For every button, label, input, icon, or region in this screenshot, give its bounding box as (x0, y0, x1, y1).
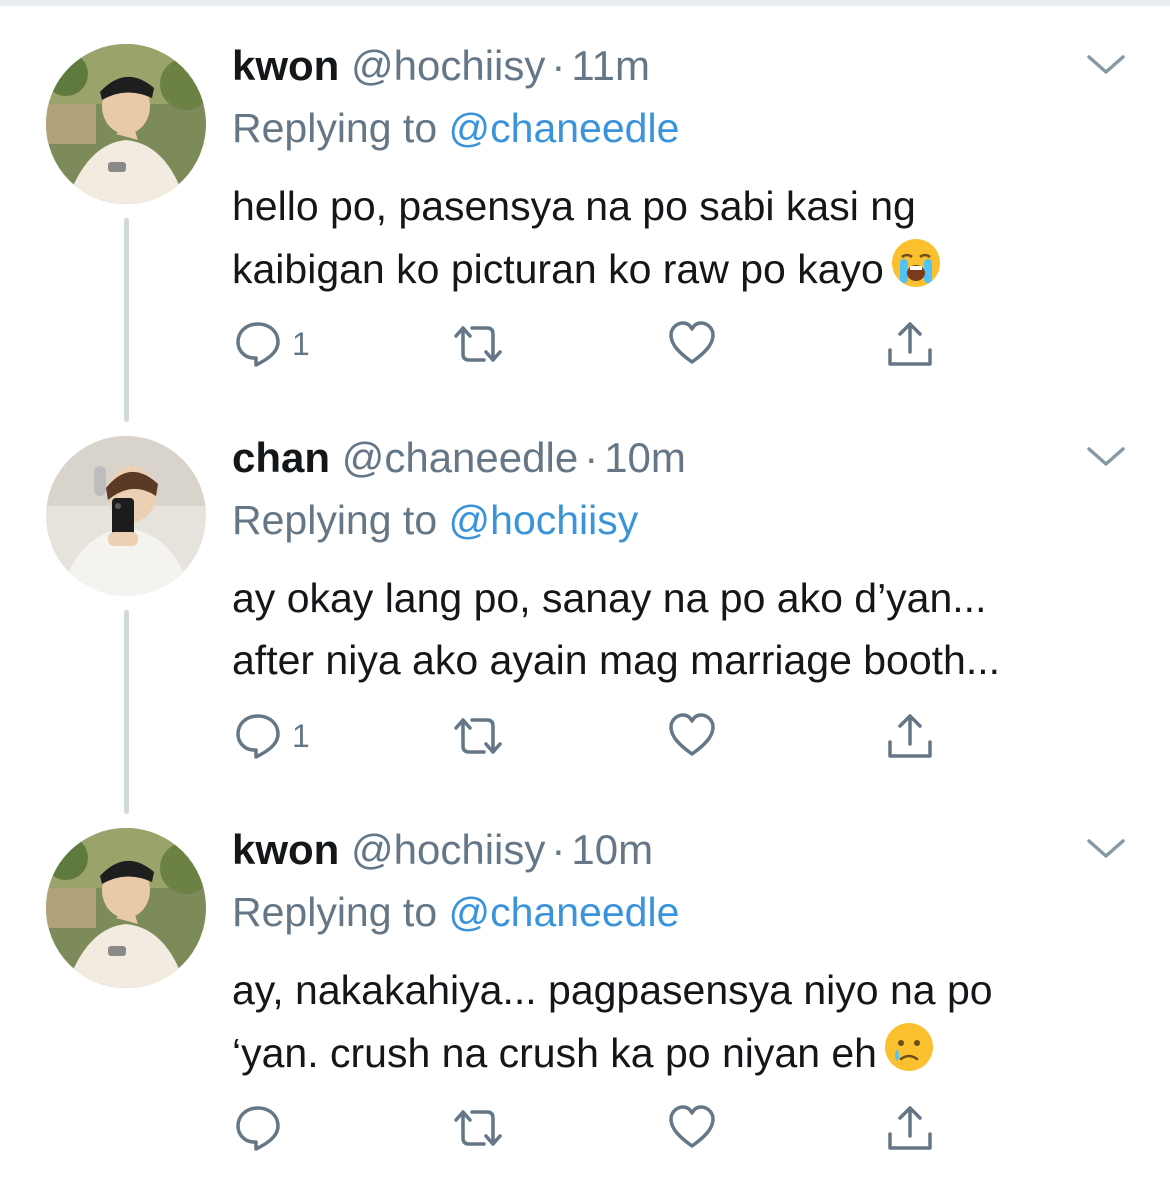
user-handle[interactable]: @hochiisy (351, 826, 545, 873)
tweet-actions (232, 1102, 952, 1154)
replying-to-label: Replying to (232, 497, 438, 543)
replying-to-label: Replying to (232, 889, 438, 935)
display-name[interactable]: kwon (232, 826, 339, 873)
replying-to-handle[interactable]: @chaneedle (449, 105, 680, 151)
separator-dot: · (551, 826, 566, 873)
tweet-text: hello po, pasensya na po sabi kasi ng ka… (232, 175, 1132, 306)
tweet[interactable]: kwon @hochiisy · 10m Replying to @chaneedl… (0, 784, 1170, 1176)
replying-to: Replying to @chaneedle (232, 100, 679, 156)
user-handle[interactable]: @hochiisy (351, 42, 545, 89)
tweet-text-line: hello po, pasensya na po sabi kasi ng (232, 183, 916, 229)
tweet-menu-button[interactable] (1086, 836, 1126, 862)
tweet-menu-button[interactable] (1086, 52, 1126, 78)
timestamp[interactable]: 10m (604, 434, 686, 481)
chevron-down-icon (1087, 55, 1125, 74)
retweet-icon (454, 326, 502, 362)
loudly-crying-face-icon (890, 237, 942, 306)
tweet[interactable]: kwon @hochiisy · 11m Replying to @chaneedl… (0, 0, 1170, 392)
share-button[interactable] (884, 1102, 936, 1154)
replying-to-handle[interactable]: @chaneedle (449, 889, 680, 935)
display-name[interactable]: kwon (232, 42, 339, 89)
tweet[interactable]: chan @chaneedle · 10m Replying to @hochiis… (0, 392, 1170, 784)
avatar[interactable] (46, 436, 206, 596)
crying-face-icon (883, 1021, 935, 1090)
replying-to-label: Replying to (232, 105, 438, 151)
share-button[interactable] (884, 710, 936, 762)
speech-bubble-icon (236, 322, 280, 367)
heart-icon (669, 1105, 715, 1148)
tweet-menu-button[interactable] (1086, 444, 1126, 470)
tweet-text-line: ay okay lang po, sanay na po ako d’yan..… (232, 575, 987, 621)
heart-icon (669, 321, 715, 364)
tweet-header: kwon @hochiisy · 10m (232, 822, 653, 878)
reply-button[interactable] (232, 1102, 292, 1154)
separator-dot: · (584, 434, 599, 481)
tweet-text: ay, nakakahiya... pagpasensya niyo na po… (232, 959, 1132, 1090)
tweet-text-line: ‘yan. crush na crush ka po niyan eh (232, 1030, 877, 1076)
reply-count: 1 (292, 325, 310, 362)
tweet-text-line: ay, nakakahiya... pagpasensya niyo na po (232, 967, 993, 1013)
user-handle[interactable]: @chaneedle (342, 434, 578, 481)
chevron-down-icon (1087, 839, 1125, 858)
display-name[interactable]: chan (232, 434, 330, 481)
retweet-icon (454, 718, 502, 754)
retweet-button[interactable] (450, 710, 506, 762)
retweet-icon (454, 1110, 502, 1146)
speech-bubble-icon (236, 714, 280, 759)
separator-dot: · (551, 42, 566, 89)
heart-icon (669, 713, 715, 756)
tweet-text-line: after niya ako ayain mag marriage booth.… (232, 637, 1001, 683)
timestamp[interactable]: 11m (571, 42, 650, 89)
like-button[interactable] (666, 318, 718, 370)
speech-bubble-icon (236, 1106, 280, 1151)
like-button[interactable] (666, 710, 718, 762)
reply-count: 1 (292, 717, 310, 754)
share-icon (888, 1106, 932, 1150)
retweet-button[interactable] (450, 1102, 506, 1154)
share-icon (888, 714, 932, 758)
tweet-actions: 1 (232, 710, 952, 762)
chevron-down-icon (1087, 447, 1125, 466)
like-button[interactable] (666, 1102, 718, 1154)
tweet-header: chan @chaneedle · 10m (232, 430, 686, 486)
avatar[interactable] (46, 44, 206, 204)
replying-to: Replying to @hochiisy (232, 492, 638, 548)
tweet-actions: 1 (232, 318, 952, 370)
share-icon (888, 322, 932, 366)
replying-to-handle[interactable]: @hochiisy (449, 497, 639, 543)
tweet-header: kwon @hochiisy · 11m (232, 38, 650, 94)
tweet-text: ay okay lang po, sanay na po ako d’yan..… (232, 567, 1132, 691)
reply-button[interactable]: 1 (232, 318, 310, 370)
replying-to: Replying to @chaneedle (232, 884, 679, 940)
reply-button[interactable]: 1 (232, 710, 310, 762)
avatar[interactable] (46, 828, 206, 988)
timestamp[interactable]: 10m (571, 826, 653, 873)
retweet-button[interactable] (450, 318, 506, 370)
share-button[interactable] (884, 318, 936, 370)
tweet-text-line: kaibigan ko picturan ko raw po kayo (232, 246, 884, 292)
